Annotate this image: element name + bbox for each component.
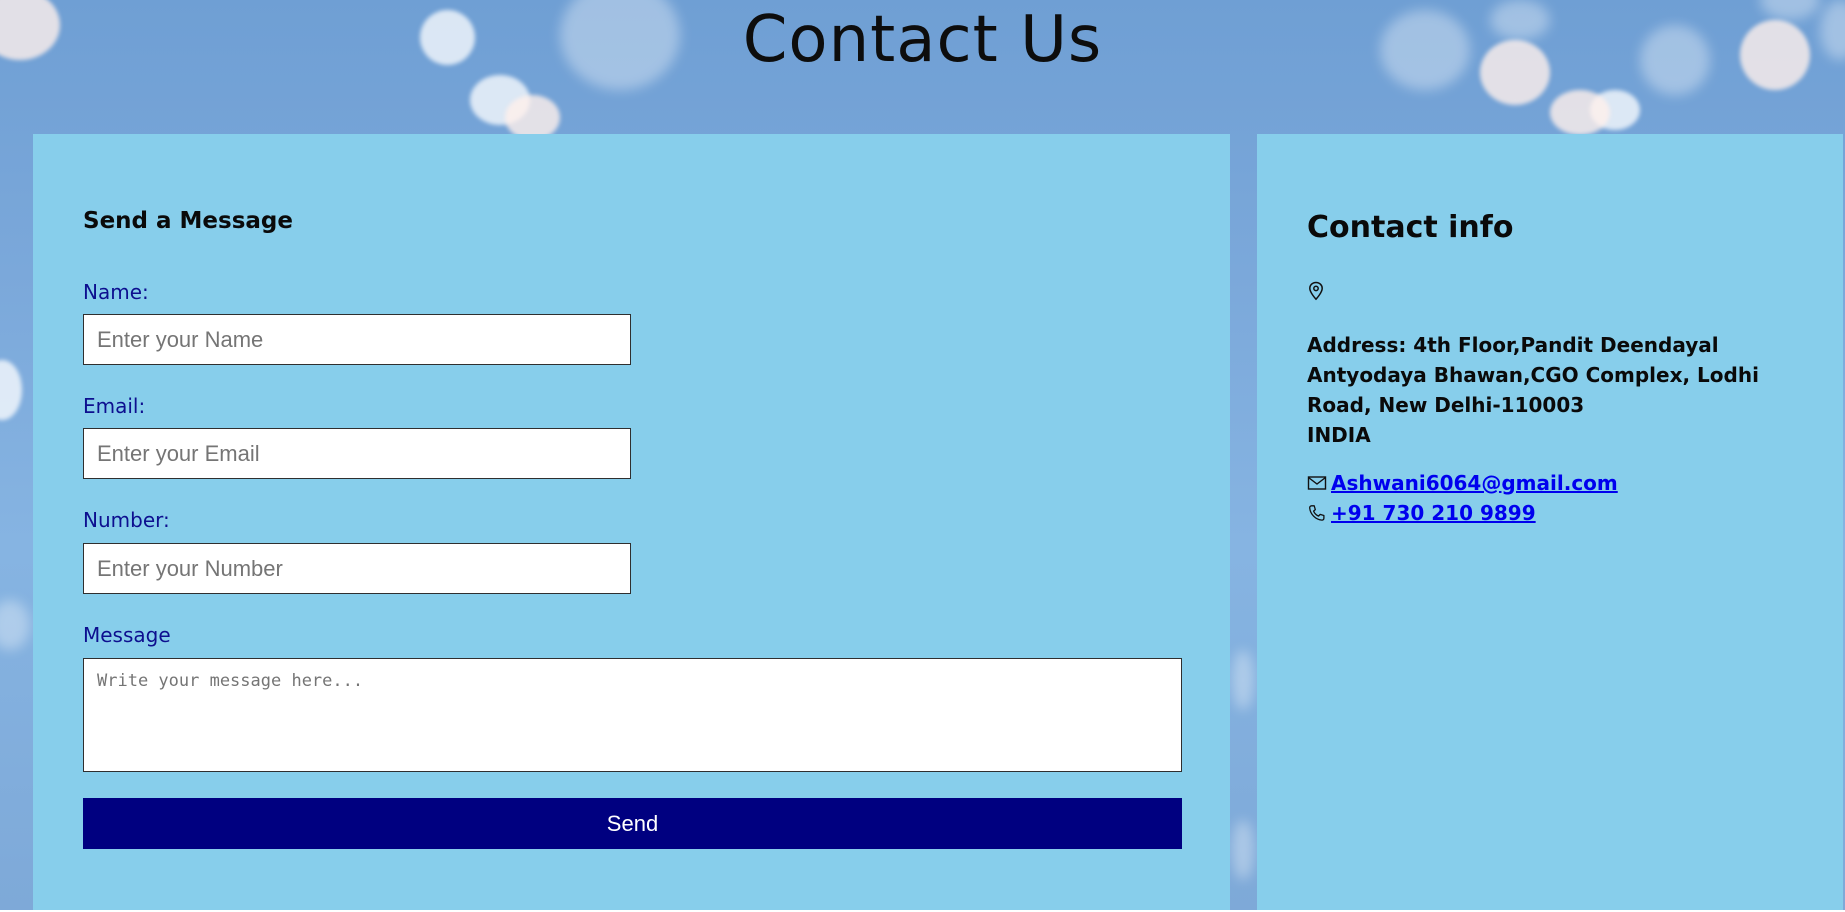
email-label: Email: [83, 394, 146, 418]
send-button[interactable]: Send [83, 798, 1182, 849]
mail-icon [1307, 476, 1327, 490]
email-link[interactable]: Ashwani6064@gmail.com [1331, 471, 1618, 495]
number-label: Number: [83, 508, 170, 532]
name-input[interactable] [83, 314, 631, 365]
address-block: Address: 4th Floor,Pandit Deendayal Anty… [1307, 330, 1807, 450]
message-form-panel: Send a Message Name: Email: Number: Mess… [33, 134, 1230, 910]
contact-page: Contact Us Send a Message Name: Email: N… [0, 0, 1845, 912]
address-text: Address: 4th Floor,Pandit Deendayal Anty… [1307, 333, 1759, 417]
phone-row: +91 730 210 9899 [1307, 498, 1536, 528]
phone-link[interactable]: +91 730 210 9899 [1331, 501, 1536, 525]
contact-info-panel: Contact info Address: 4th Floor,Pandit D… [1257, 134, 1843, 910]
page-title: Contact Us [742, 3, 1103, 77]
message-label: Message [83, 623, 171, 647]
number-input[interactable] [83, 543, 631, 594]
form-heading: Send a Message [83, 208, 293, 234]
message-textarea[interactable] [83, 658, 1182, 772]
phone-icon [1309, 505, 1325, 521]
name-label: Name: [83, 280, 149, 304]
address-country: INDIA [1307, 423, 1371, 447]
email-input[interactable] [83, 428, 631, 479]
contact-info-heading: Contact info [1307, 210, 1514, 245]
map-pin-icon [1307, 281, 1325, 301]
email-row: Ashwani6064@gmail.com [1307, 468, 1618, 498]
